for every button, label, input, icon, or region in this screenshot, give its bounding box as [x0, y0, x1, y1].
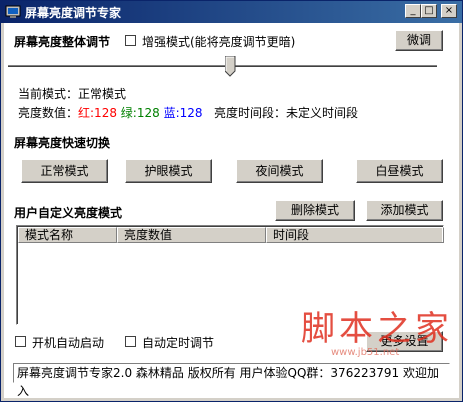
column-time-period[interactable]: 时间段 — [266, 227, 444, 243]
fine-tune-button[interactable]: 微调 — [395, 30, 443, 51]
window-title: 屏幕亮度调节专家 — [25, 6, 122, 20]
current-mode-line: 当前模式：正常模式 — [18, 85, 126, 102]
autostart-checkbox[interactable] — [15, 336, 26, 347]
app-window: 屏幕亮度调节专家 _ □ × 屏幕亮度整体调节 增强模式(能将亮度调节更暗) 微… — [0, 0, 463, 402]
green-value: 绿:128 — [120, 106, 160, 120]
timed-adjust-checkbox[interactable] — [125, 336, 136, 347]
blue-value: 蓝:128 — [163, 106, 203, 120]
monitor-icon — [5, 5, 21, 18]
autostart-label[interactable]: 开机自动启动 — [32, 334, 104, 351]
enhance-mode-checkbox[interactable] — [125, 35, 136, 46]
enhance-mode-label[interactable]: 增强模式(能将亮度调节更暗) — [142, 33, 295, 50]
daylight-mode-button[interactable]: 白昼模式 — [356, 159, 443, 183]
column-mode-name[interactable]: 模式名称 — [18, 227, 117, 243]
brightness-slider-thumb[interactable] — [225, 56, 236, 77]
column-brightness[interactable]: 亮度数值 — [117, 227, 266, 243]
period-value: 未定义时间段 — [286, 106, 359, 120]
watermark-url: www.jb51.net — [331, 347, 400, 358]
add-mode-button[interactable]: 添加模式 — [366, 200, 443, 221]
minimize-button[interactable]: _ — [405, 4, 421, 18]
eye-care-mode-button[interactable]: 护眼模式 — [125, 159, 212, 183]
current-mode-value: 正常模式 — [78, 87, 127, 101]
brightness-label: 亮度数值： — [18, 106, 79, 120]
brightness-slider-track[interactable] — [8, 65, 437, 68]
status-bar: 屏幕亮度调节专家2.0 森林精品 版权所有 用户体验QQ群：376223791 … — [13, 363, 450, 398]
custom-modes-heading: 用户自定义亮度模式 — [14, 206, 123, 220]
title-bar[interactable]: 屏幕亮度调节专家 _ □ × — [1, 1, 462, 23]
overall-heading: 屏幕亮度整体调节 — [14, 35, 111, 49]
brightness-values-line: 亮度数值：红:128 绿:128 蓝:128 亮度时间段：未定义时间段 — [18, 104, 358, 121]
red-value: 红:128 — [78, 106, 117, 120]
delete-mode-button[interactable]: 删除模式 — [275, 200, 355, 221]
normal-mode-button[interactable]: 正常模式 — [21, 159, 108, 183]
night-mode-button[interactable]: 夜间模式 — [236, 159, 323, 183]
close-button[interactable]: × — [441, 4, 457, 18]
watermark-text: 脚本之家 — [301, 309, 453, 349]
list-header: 模式名称 亮度数值 时间段 — [18, 227, 444, 243]
quick-switch-heading: 屏幕亮度快速切换 — [14, 136, 111, 150]
maximize-button[interactable]: □ — [421, 4, 437, 18]
current-mode-label: 当前模式： — [18, 87, 79, 101]
period-label: 亮度时间段： — [213, 106, 286, 120]
timed-adjust-label[interactable]: 自动定时调节 — [142, 334, 214, 351]
